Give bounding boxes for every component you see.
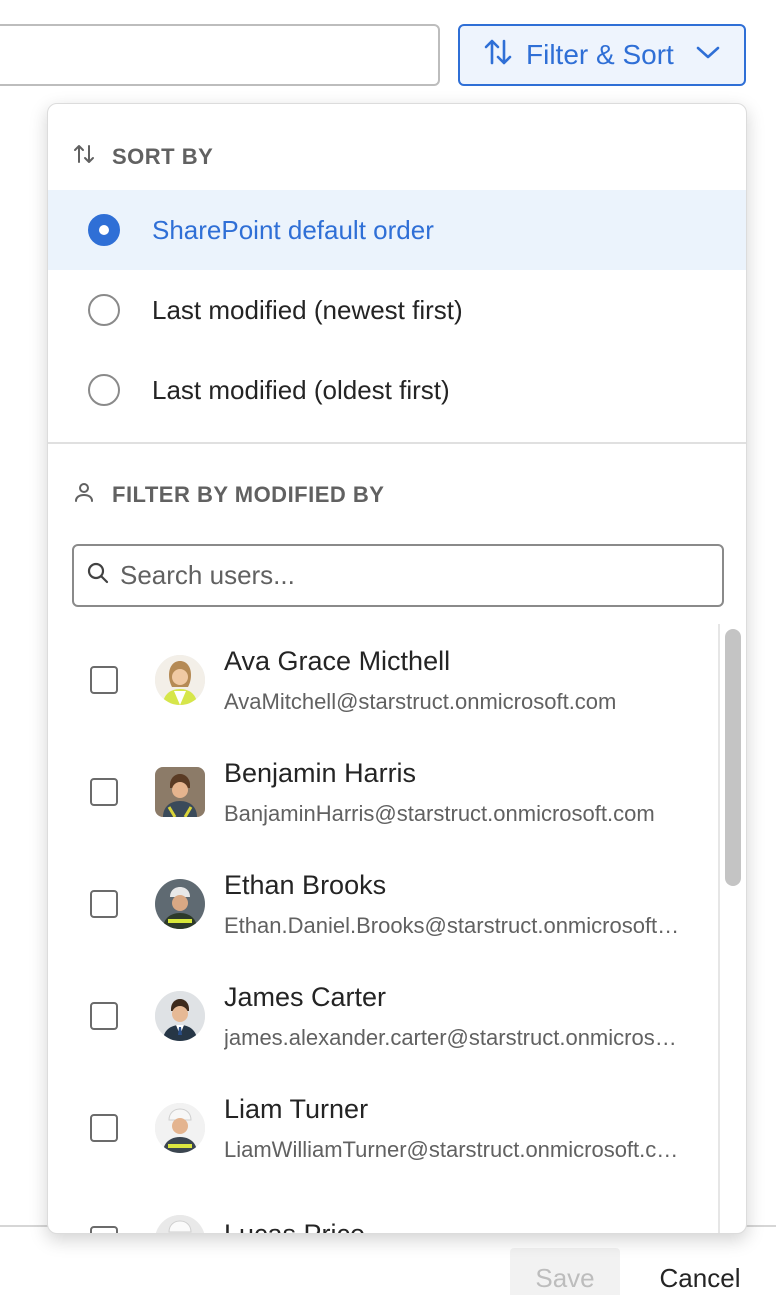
user-search-field[interactable]: [72, 544, 724, 607]
radio-button[interactable]: [88, 294, 120, 326]
user-info: Ava Grace Micthell AvaMitchell@starstruc…: [224, 646, 684, 715]
avatar: [155, 767, 205, 817]
user-info: Lucas Price: [224, 1218, 684, 1234]
user-checkbox[interactable]: [90, 666, 118, 694]
user-row[interactable]: Ava Grace Micthell AvaMitchell@starstruc…: [48, 624, 708, 736]
user-checkbox[interactable]: [90, 1226, 118, 1233]
radio-button[interactable]: [88, 374, 120, 406]
user-list: Ava Grace Micthell AvaMitchell@starstruc…: [48, 624, 746, 1234]
user-row[interactable]: Liam Turner LiamWilliamTurner@starstruct…: [48, 1072, 708, 1184]
avatar: [155, 879, 205, 929]
top-search-input[interactable]: [0, 24, 440, 86]
user-info: Benjamin Harris BanjaminHarris@starstruc…: [224, 758, 684, 827]
user-name: Ava Grace Micthell: [224, 645, 451, 676]
user-email: Ethan.Daniel.Brooks@starstruct.onmicroso…: [224, 912, 684, 938]
user-checkbox[interactable]: [90, 778, 118, 806]
filter-sort-dropdown: SORT BY SharePoint default order Last mo…: [47, 103, 747, 1234]
user-email: AvaMitchell@starstruct.onmicrosoft.com: [224, 688, 617, 714]
section-divider: [48, 442, 746, 444]
sort-option-newest[interactable]: Last modified (newest first): [48, 270, 746, 350]
search-input[interactable]: [120, 560, 700, 591]
filter-by-label: FILTER BY MODIFIED BY: [112, 482, 385, 507]
user-info: Ethan Brooks Ethan.Daniel.Brooks@starstr…: [224, 870, 684, 939]
user-checkbox[interactable]: [90, 890, 118, 918]
radio-button[interactable]: [88, 214, 120, 246]
user-info: Liam Turner LiamWilliamTurner@starstruct…: [224, 1094, 684, 1163]
user-checkbox[interactable]: [90, 1114, 118, 1142]
user-name: James Carter: [224, 981, 387, 1012]
page: Filter & Sort Save Cancel SORT BY ShareP…: [0, 0, 776, 1295]
avatar: [155, 655, 205, 705]
sort-option-label: Last modified (newest first): [152, 294, 463, 325]
cancel-button[interactable]: Cancel: [640, 1248, 760, 1295]
user-email: LiamWilliamTurner@starstruct.onmicrosoft…: [224, 1136, 684, 1162]
chevron-down-icon: [694, 38, 722, 73]
user-row[interactable]: Lucas Price: [48, 1184, 708, 1234]
sort-option-default[interactable]: SharePoint default order: [48, 190, 746, 270]
save-button[interactable]: Save: [510, 1248, 620, 1295]
person-icon: [72, 480, 96, 510]
user-name: Lucas Price: [224, 1218, 366, 1234]
user-checkbox[interactable]: [90, 1002, 118, 1030]
sort-arrows-icon: [72, 142, 96, 172]
user-row[interactable]: James Carter james.alexander.carter@star…: [48, 960, 708, 1072]
user-name: Liam Turner: [224, 1093, 369, 1124]
sort-by-heading: SORT BY: [72, 142, 213, 172]
avatar: [155, 1103, 205, 1153]
sort-option-oldest[interactable]: Last modified (oldest first): [48, 350, 746, 430]
sort-option-label: Last modified (oldest first): [152, 374, 450, 405]
sort-arrows-icon: [482, 36, 514, 75]
filter-sort-label: Filter & Sort: [526, 39, 674, 70]
search-icon: [86, 561, 110, 590]
filter-by-heading: FILTER BY MODIFIED BY: [72, 480, 384, 510]
user-name: Ethan Brooks: [224, 869, 387, 900]
scrollbar-thumb[interactable]: [725, 629, 741, 886]
user-row[interactable]: Benjamin Harris BanjaminHarris@starstruc…: [48, 736, 708, 848]
user-email: BanjaminHarris@starstruct.onmicrosoft.co…: [224, 800, 655, 826]
user-row[interactable]: Ethan Brooks Ethan.Daniel.Brooks@starstr…: [48, 848, 708, 960]
avatar: [155, 991, 205, 1041]
sort-by-label: SORT BY: [112, 144, 214, 169]
user-info: James Carter james.alexander.carter@star…: [224, 982, 684, 1051]
scrollbar-track[interactable]: [718, 624, 720, 1233]
user-email: james.alexander.carter@starstruct.onmicr…: [224, 1024, 684, 1050]
filter-sort-button[interactable]: Filter & Sort: [458, 24, 746, 86]
user-name: Benjamin Harris: [224, 757, 417, 788]
avatar: [155, 1215, 205, 1233]
sort-option-label: SharePoint default order: [152, 214, 434, 245]
